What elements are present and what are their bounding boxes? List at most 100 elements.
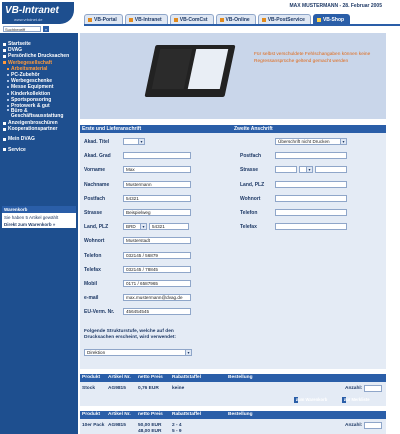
- field-plz[interactable]: 54321: [149, 223, 189, 231]
- label-right-telefon: Telefon: [240, 210, 258, 216]
- search-input[interactable]: [3, 26, 41, 32]
- product-name: Stock: [82, 386, 96, 391]
- quantity-input[interactable]: [364, 385, 382, 392]
- quantity-label: Anzahl:: [345, 386, 363, 391]
- article-number: AG9815: [108, 423, 126, 428]
- field-strasse[interactable]: Beispielweg: [123, 209, 191, 216]
- bullet-icon: [7, 92, 9, 95]
- bullet-icon: [7, 80, 9, 83]
- cart-box: Warenkorb Sie haben 5 Artikel gewählt Di…: [2, 206, 76, 228]
- field-mobil[interactable]: 0171 / 6587965: [123, 280, 191, 287]
- column-header-netto-preis: netto Preis: [138, 412, 163, 417]
- field-akad-titel[interactable]: ▾: [123, 138, 145, 145]
- right-gutter: [386, 33, 400, 434]
- field-right-strasse-nr[interactable]: ▾: [299, 166, 313, 174]
- chevron-down-icon: ▾: [138, 139, 144, 144]
- field-e-mail[interactable]: max.mustermann@dvag.de: [123, 294, 191, 302]
- add-to-watchlist-button[interactable]: zur Merkliste ›: [342, 397, 370, 403]
- column-header-produkt: Produkt: [82, 375, 101, 380]
- tab-vb-comcst[interactable]: VB-ComCst: [169, 14, 214, 24]
- left-section-title: Erste und Lieferanschrift: [82, 126, 142, 132]
- bullet-icon: [3, 127, 6, 131]
- column-header-bestellung: Bestellung: [228, 375, 253, 380]
- tab-vb-shop[interactable]: VB-Shop: [312, 14, 351, 24]
- field-right-postfach[interactable]: [275, 152, 347, 160]
- bullet-icon: [3, 54, 6, 58]
- logo-subtitle: www.vrbdnet.de: [14, 17, 43, 22]
- chevron-down-icon: ▾: [340, 139, 346, 144]
- bullet-icon: [3, 148, 6, 152]
- field-right-telefon[interactable]: [275, 209, 347, 216]
- add-to-watchlist-label: zur Merkliste: [344, 397, 370, 402]
- search-bar: »: [3, 26, 49, 32]
- tab-vb-postservice[interactable]: VB-PostService: [257, 14, 311, 24]
- label-e-mail: e-mail: [84, 295, 99, 302]
- field-eu-verm-nr[interactable]: 456454545: [123, 308, 191, 316]
- cart-title: Warenkorb: [2, 206, 76, 213]
- arrow-right-icon: ›: [296, 397, 298, 402]
- product-row: Stock AG9815 0,76 EUR keine Anzahl: zum Waren…: [80, 382, 386, 406]
- tab-vb-online[interactable]: VB-Online: [215, 14, 256, 24]
- tab-icon: [316, 17, 321, 22]
- sidebar-item-service[interactable]: Service: [0, 147, 78, 153]
- column-header-artikel-nr: Artikel Nr.: [108, 375, 131, 380]
- header: VB-Intranet www.vrbdnet.de MAX MUSTERMAN…: [0, 0, 400, 33]
- product-row: 10er PackAG981550,00 EUR48,00 EUR43,00 E…: [80, 419, 386, 434]
- field-right-telefax[interactable]: [275, 223, 347, 231]
- tab-icon: [173, 17, 178, 22]
- cart-link[interactable]: Direkt zum Warenkorb »: [2, 220, 76, 227]
- quantity-input[interactable]: [364, 422, 382, 429]
- logo[interactable]: VB-Intranet www.vrbdnet.de: [2, 2, 74, 24]
- search-go-button[interactable]: »: [43, 26, 49, 32]
- product-table-header: Produkt Artikel Nr. netto Preis Rabattstaff…: [80, 374, 386, 382]
- structure-level-select[interactable]: Direktion ▾: [84, 349, 192, 356]
- label-telefax: Telefax: [84, 266, 101, 273]
- field-right-wohnort[interactable]: [275, 194, 347, 202]
- bullet-icon: [7, 67, 9, 70]
- label-postfach: Postfach: [84, 195, 106, 202]
- label-right-telefax: Telefax: [240, 224, 257, 231]
- field-land[interactable]: BRD ▾: [123, 223, 147, 231]
- field-wohnort[interactable]: Musterstadt: [123, 237, 191, 245]
- tab-vb-intranet[interactable]: VB-Intranet: [124, 14, 168, 24]
- label-akad-grad: Akad. Grad: [84, 153, 111, 160]
- main-content: Für selbst verschuldete Fehlschangaben k…: [80, 33, 386, 434]
- bullet-icon: [3, 121, 6, 125]
- right-section-title: Zweite Anschrift: [234, 126, 273, 132]
- field-right-strasse[interactable]: [275, 166, 297, 174]
- field-akad-grad[interactable]: [123, 152, 191, 160]
- label-strasse: Strasse: [84, 210, 103, 216]
- user-date-line: MAX MUSTERMANN - 28. Februar 2005: [289, 3, 382, 9]
- field-telefon[interactable]: 032145 / 56879: [123, 251, 191, 259]
- bullet-icon: [3, 61, 6, 65]
- chevron-down-icon: ▾: [140, 224, 146, 230]
- add-to-cart-button[interactable]: zum Warenkorb ›: [294, 397, 327, 403]
- label-wohnort: Wohnort: [84, 238, 105, 245]
- bullet-icon: [3, 138, 6, 142]
- tab-icon: [261, 17, 266, 22]
- field-telefax[interactable]: 032145 / 78845: [123, 265, 191, 273]
- add-to-cart-label: zum Warenkorb: [296, 397, 328, 402]
- label-mobil: Mobil: [84, 281, 98, 287]
- logo-text: VB-Intranet: [5, 5, 59, 16]
- address-form-header: Erste und Lieferanschrift Zweite Anschri…: [80, 125, 386, 133]
- bullet-icon: [7, 74, 9, 77]
- field-right-strasse-extra[interactable]: [315, 166, 347, 174]
- column-header-netto-preis: netto Preis: [138, 375, 163, 380]
- bullet-icon: [7, 109, 9, 112]
- field-nachname[interactable]: Mustermann: [123, 180, 191, 188]
- sidebar-item-label: Büro & Geschäftsausstattung: [10, 108, 64, 120]
- tab-vb-portal[interactable]: VB-Portal: [84, 14, 123, 24]
- net-price: 0,76 EUR: [138, 386, 159, 391]
- sidebar-item-label: Mein DVAG: [8, 136, 35, 143]
- arrow-right-icon: ›: [344, 397, 346, 402]
- bullet-icon: [7, 98, 9, 101]
- second-address-select[interactable]: Überschrift nicht Drucken ▾: [275, 138, 347, 145]
- net-price: 48,00 EUR: [138, 429, 162, 434]
- field-postfach[interactable]: 54321: [123, 194, 191, 202]
- sidebar-item-b-ro-gesch-ftsausstattung[interactable]: Büro & Geschäftsausstattung: [0, 109, 78, 120]
- field-vorname[interactable]: Max: [123, 166, 191, 174]
- field-right-land-plz[interactable]: [275, 180, 347, 188]
- discount-scale: 2 - 4: [172, 423, 182, 428]
- sidebar-item-label: Kooperationspartner: [8, 126, 58, 133]
